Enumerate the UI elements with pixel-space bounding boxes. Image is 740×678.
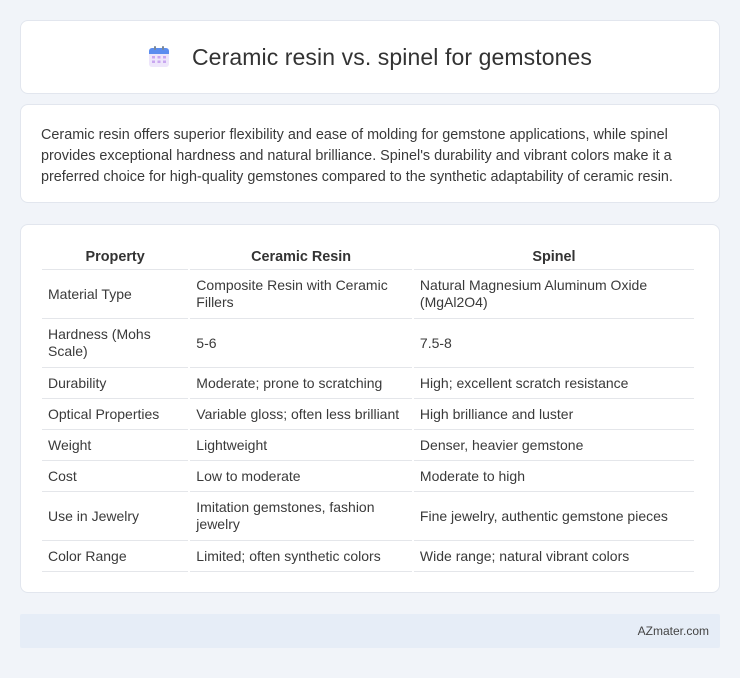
cell-property: Material Type (42, 270, 189, 319)
cell-property: Weight (42, 430, 189, 461)
footer-bar: AZmater.com (20, 614, 720, 648)
cell-spinel: High brilliance and luster (413, 399, 694, 430)
cell-property: Cost (42, 461, 189, 492)
cell-spinel: Natural Magnesium Aluminum Oxide (MgAl2O… (413, 270, 694, 319)
cell-ceramic-resin: Variable gloss; often less brilliant (190, 399, 412, 430)
table-row: Material Type Composite Resin with Ceram… (42, 270, 694, 319)
cell-ceramic-resin: Imitation gemstones, fashion jewelry (190, 492, 412, 541)
header-property: Property (42, 244, 189, 270)
cell-ceramic-resin: Lightweight (190, 430, 412, 461)
cell-spinel: Fine jewelry, authentic gemstone pieces (413, 492, 694, 541)
table-row: Hardness (Mohs Scale) 5-6 7.5-8 (42, 319, 694, 368)
summary-card: Ceramic resin offers superior flexibilit… (20, 104, 720, 203)
table-header-row: Property Ceramic Resin Spinel (42, 244, 694, 270)
table-row: Durability Moderate; prone to scratching… (42, 368, 694, 399)
cell-ceramic-resin: 5-6 (190, 319, 412, 368)
cell-spinel: Denser, heavier gemstone (413, 430, 694, 461)
title-card: Ceramic resin vs. spinel for gemstones (20, 20, 720, 94)
calendar-icon (148, 46, 170, 68)
footer-brand[interactable]: AZmater.com (638, 624, 709, 638)
cell-property: Color Range (42, 541, 189, 572)
cell-ceramic-resin: Moderate; prone to scratching (190, 368, 412, 399)
page-title: Ceramic resin vs. spinel for gemstones (191, 43, 593, 70)
table-row: Weight Lightweight Denser, heavier gemst… (42, 430, 694, 461)
cell-property: Use in Jewelry (42, 492, 189, 541)
title-row: Ceramic resin vs. spinel for gemstones (148, 44, 592, 71)
cell-spinel: Moderate to high (413, 461, 694, 492)
table-row: Color Range Limited; often synthetic col… (42, 541, 694, 572)
header-ceramic-resin: Ceramic Resin (190, 244, 412, 270)
cell-ceramic-resin: Composite Resin with Ceramic Fillers (190, 270, 412, 319)
comparison-table: Property Ceramic Resin Spinel Material T… (40, 244, 696, 572)
cell-property: Hardness (Mohs Scale) (42, 319, 189, 368)
table-row: Optical Properties Variable gloss; often… (42, 399, 694, 430)
table-row: Use in Jewelry Imitation gemstones, fash… (42, 492, 694, 541)
cell-ceramic-resin: Low to moderate (190, 461, 412, 492)
cell-property: Optical Properties (42, 399, 189, 430)
comparison-card: Property Ceramic Resin Spinel Material T… (20, 224, 720, 593)
cell-spinel: 7.5-8 (413, 319, 694, 368)
cell-spinel: Wide range; natural vibrant colors (413, 541, 694, 572)
cell-ceramic-resin: Limited; often synthetic colors (190, 541, 412, 572)
cell-spinel: High; excellent scratch resistance (413, 368, 694, 399)
header-spinel: Spinel (413, 244, 694, 270)
table-row: Cost Low to moderate Moderate to high (42, 461, 694, 492)
cell-property: Durability (42, 368, 189, 399)
summary-text: Ceramic resin offers superior flexibilit… (41, 127, 673, 185)
